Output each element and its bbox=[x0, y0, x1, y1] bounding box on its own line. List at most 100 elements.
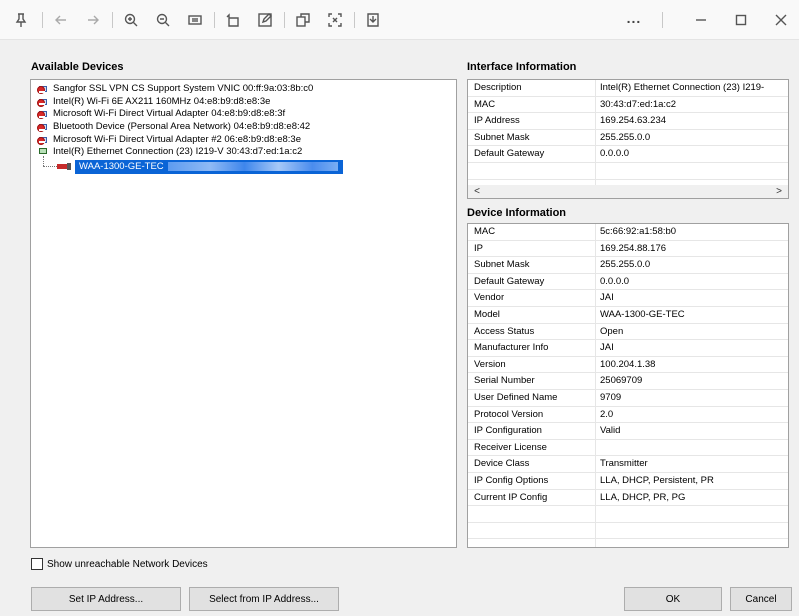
device-information-table[interactable]: MAC 5c:66:92:a1:58:b0 IP 169.254.88.176 Su… bbox=[467, 223, 789, 548]
available-devices-tree[interactable]: Sangfor SSL VPN CS Support System VNIC 0… bbox=[30, 79, 457, 548]
device-item-intel-ethernet[interactable]: Intel(R) Ethernet Connection (23) I219-V… bbox=[31, 146, 456, 159]
table-row: Current IP Config LLA, DHCP, PR, PG bbox=[468, 490, 788, 507]
table-row bbox=[468, 523, 788, 540]
forward-arrow-icon[interactable] bbox=[82, 9, 104, 31]
child-device-row[interactable]: WAA-1300-GE-TEC bbox=[31, 156, 456, 175]
table-row: MAC 5c:66:92:a1:58:b0 bbox=[468, 224, 788, 241]
device-item-bluetooth[interactable]: Bluetooth Device (Personal Area Network)… bbox=[31, 121, 456, 134]
tree-connector bbox=[43, 156, 44, 167]
save-icon[interactable] bbox=[362, 9, 384, 31]
toolbar-separator bbox=[284, 12, 285, 28]
blocked-adapter-icon bbox=[37, 109, 49, 120]
table-row: Model WAA-1300-GE-TEC bbox=[468, 307, 788, 324]
property-value: LLA, DHCP, Persistent, PR bbox=[600, 474, 714, 486]
property-value: 255.255.0.0 bbox=[600, 131, 651, 143]
device-information-title: Device Information bbox=[467, 207, 567, 219]
toolbar-separator bbox=[42, 12, 43, 28]
selected-device-label[interactable]: WAA-1300-GE-TEC bbox=[75, 160, 343, 175]
cancel-button[interactable]: Cancel bbox=[730, 587, 792, 611]
property-key: Model bbox=[474, 308, 500, 320]
property-value: 169.254.88.176 bbox=[600, 242, 667, 254]
table-row: Manufacturer Info JAI bbox=[468, 340, 788, 357]
device-item-wifi-direct-2[interactable]: Microsoft Wi-Fi Direct Virtual Adapter #… bbox=[31, 134, 456, 147]
table-row: IP Address 169.254.63.234 bbox=[468, 113, 788, 130]
table-row: MAC 30:43:d7:ed:1a:c2 bbox=[468, 97, 788, 114]
property-key: Version bbox=[474, 358, 506, 370]
property-key: Serial Number bbox=[474, 375, 535, 387]
scroll-left-arrow[interactable]: < bbox=[470, 185, 484, 198]
table-row: User Defined Name 9709 bbox=[468, 390, 788, 407]
interface-horizontal-scrollbar[interactable]: < > bbox=[467, 185, 789, 199]
maximize-icon[interactable] bbox=[730, 9, 752, 31]
property-value: Open bbox=[600, 325, 624, 337]
available-devices-title: Available Devices bbox=[31, 61, 124, 73]
property-key: MAC bbox=[474, 226, 496, 237]
show-unreachable-checkbox[interactable] bbox=[31, 558, 43, 570]
property-value: 0.0.0.0 bbox=[600, 275, 630, 287]
table-row: Subnet Mask 255.255.0.0 bbox=[468, 257, 788, 274]
device-item-label: Microsoft Wi-Fi Direct Virtual Adapter #… bbox=[53, 133, 302, 145]
close-icon[interactable] bbox=[770, 9, 792, 31]
edit-icon[interactable] bbox=[254, 9, 276, 31]
interface-information-table[interactable]: Description Intel(R) Ethernet Connection … bbox=[467, 79, 789, 186]
show-unreachable-toggle[interactable]: Show unreachable Network Devices bbox=[31, 557, 208, 571]
toolbar-separator bbox=[662, 12, 663, 28]
table-row: IP Configuration Valid bbox=[468, 423, 788, 440]
zoom-out-icon[interactable] bbox=[152, 9, 174, 31]
property-value: 255.255.0.0 bbox=[600, 259, 651, 271]
property-value: Valid bbox=[600, 425, 621, 437]
property-key: Subnet Mask bbox=[474, 259, 530, 271]
copy-icon[interactable] bbox=[292, 9, 314, 31]
property-value: 0.0.0.0 bbox=[600, 148, 630, 160]
child-device-name: WAA-1300-GE-TEC bbox=[79, 161, 164, 173]
blocked-adapter-icon bbox=[37, 135, 49, 146]
ok-button[interactable]: OK bbox=[624, 587, 722, 611]
property-value: Intel(R) Ethernet Connection (23) I219- bbox=[600, 82, 765, 93]
back-arrow-icon[interactable] bbox=[50, 9, 72, 31]
more-options-button[interactable]: ... bbox=[622, 8, 646, 30]
show-unreachable-label: Show unreachable Network Devices bbox=[47, 558, 208, 570]
scroll-right-arrow[interactable]: > bbox=[772, 185, 786, 198]
property-key: IP bbox=[474, 242, 483, 254]
property-value: 2.0 bbox=[600, 408, 614, 420]
table-row: Default Gateway 0.0.0.0 bbox=[468, 146, 788, 163]
fit-page-icon[interactable] bbox=[184, 9, 206, 31]
table-row: Vendor JAI bbox=[468, 290, 788, 307]
property-key: Current IP Config bbox=[474, 491, 548, 503]
device-item-label: Bluetooth Device (Personal Area Network)… bbox=[53, 121, 311, 133]
set-ip-address-button[interactable]: Set IP Address... bbox=[31, 587, 181, 611]
property-value: WAA-1300-GE-TEC bbox=[600, 308, 685, 320]
select-from-ip-address-button[interactable]: Select from IP Address... bbox=[189, 587, 339, 611]
property-key: IP Address bbox=[474, 115, 520, 127]
minimize-icon[interactable] bbox=[690, 9, 712, 31]
table-row: Receiver License bbox=[468, 440, 788, 457]
zoom-in-icon[interactable] bbox=[120, 9, 142, 31]
toolbar-separator bbox=[112, 12, 113, 28]
property-key: Device Class bbox=[474, 458, 530, 470]
property-key: Vendor bbox=[474, 292, 505, 304]
device-item-label: Intel(R) Wi-Fi 6E AX211 160MHz 04:e8:b9:… bbox=[53, 95, 271, 107]
property-key: Access Status bbox=[474, 325, 535, 337]
device-item-label: Intel(R) Ethernet Connection (23) I219-V… bbox=[53, 146, 303, 158]
pin-icon[interactable] bbox=[10, 9, 32, 31]
property-value: 9709 bbox=[600, 391, 622, 403]
table-row: Access Status Open bbox=[468, 324, 788, 341]
property-key: Subnet Mask bbox=[474, 131, 530, 143]
property-key: Protocol Version bbox=[474, 408, 544, 420]
device-item-label: Sangfor SSL VPN CS Support System VNIC 0… bbox=[53, 83, 314, 94]
table-row bbox=[468, 539, 788, 547]
table-row: Default Gateway 0.0.0.0 bbox=[468, 274, 788, 291]
property-value: 5c:66:92:a1:58:b0 bbox=[600, 226, 677, 237]
device-item-intel-wifi[interactable]: Intel(R) Wi-Fi 6E AX211 160MHz 04:e8:b9:… bbox=[31, 96, 456, 109]
property-value: Transmitter bbox=[600, 458, 648, 470]
capture-icon[interactable] bbox=[324, 9, 346, 31]
device-item-label: Microsoft Wi-Fi Direct Virtual Adapter 0… bbox=[53, 108, 286, 120]
device-item-sangfor-vpn[interactable]: Sangfor SSL VPN CS Support System VNIC 0… bbox=[31, 83, 456, 96]
property-key: Default Gateway bbox=[474, 148, 545, 160]
table-row: Device Class Transmitter bbox=[468, 456, 788, 473]
device-item-wifi-direct[interactable]: Microsoft Wi-Fi Direct Virtual Adapter 0… bbox=[31, 108, 456, 121]
tree-connector bbox=[43, 166, 57, 168]
rotate-icon[interactable] bbox=[222, 9, 244, 31]
table-row: Subnet Mask 255.255.0.0 bbox=[468, 130, 788, 147]
toolbar-separator bbox=[354, 12, 355, 28]
